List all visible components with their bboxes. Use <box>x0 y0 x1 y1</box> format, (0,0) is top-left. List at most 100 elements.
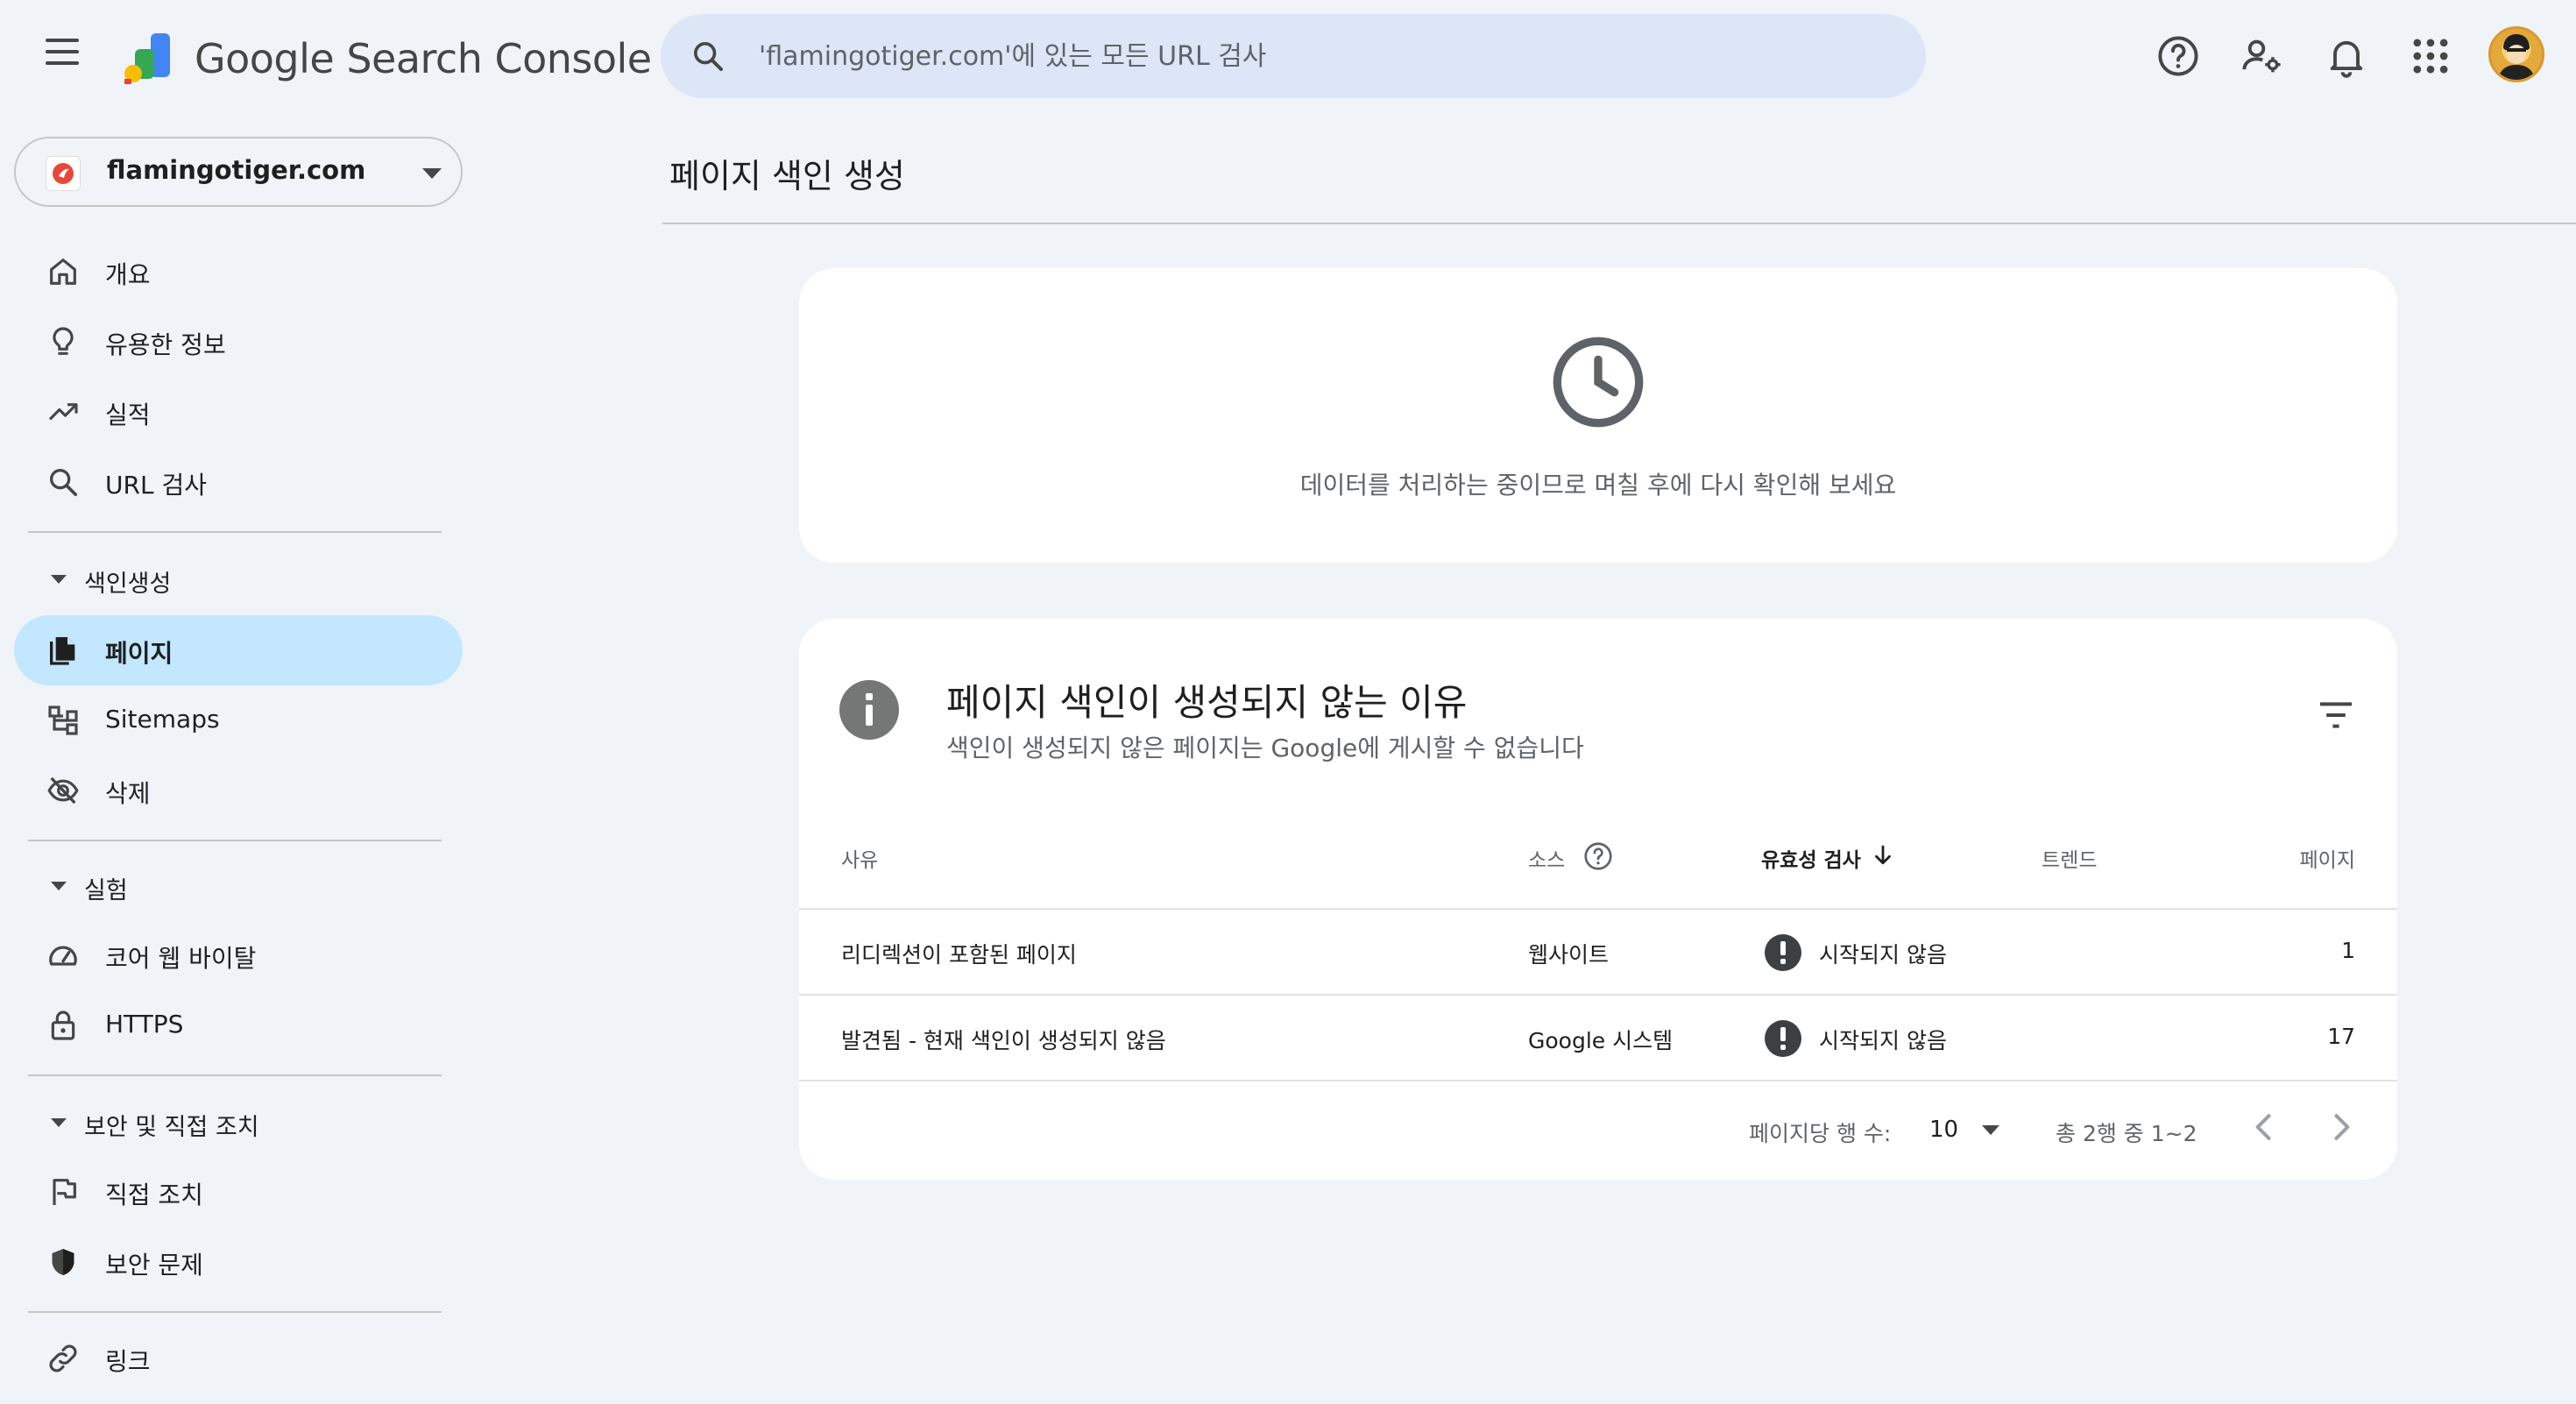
sidebar-item-label: 유용한 정보 <box>105 330 226 359</box>
row-reason: 리디렉션이 포함된 페이지 <box>841 942 1077 968</box>
sort-descending-icon[interactable] <box>1870 841 1896 869</box>
chevron-down-icon <box>422 168 442 179</box>
sidebar-item-https[interactable]: HTTPS <box>14 990 463 1060</box>
speed-gauge-icon <box>49 946 77 966</box>
collapse-arrow-icon <box>51 882 67 890</box>
filter-icon[interactable] <box>2317 699 2355 731</box>
column-header-validation[interactable]: 유효성 검사 <box>1761 843 1861 873</box>
sidebar-divider <box>28 1311 442 1313</box>
sidebar-item-label: URL 검사 <box>105 471 207 500</box>
sidebar-item-label: 직접 조치 <box>105 1181 203 1209</box>
alert-icon-dot <box>1780 959 1786 964</box>
sidebar-item-url-inspection[interactable]: URL 검사 <box>14 447 463 517</box>
sidebar-item-label: 페이지 <box>105 639 173 668</box>
pages-icon <box>50 637 75 665</box>
sidebar-item-label: 실적 <box>105 401 151 429</box>
account-avatar[interactable] <box>2488 26 2544 82</box>
row-reason: 발견됨 - 현재 색인이 생성되지 않음 <box>841 1028 1166 1053</box>
flag-icon <box>53 1179 76 1205</box>
product-name[interactable]: Google Search Console <box>195 35 652 82</box>
lock-icon <box>51 1010 75 1040</box>
sidebar-item-pages[interactable]: 페이지 <box>14 615 463 685</box>
card-subtitle: 색인이 생성되지 않은 페이지는 Google에 게시할 수 없습니다 <box>946 734 1584 762</box>
search-icon[interactable] <box>690 39 725 74</box>
sidebar-item-insights[interactable]: 유용한 정보 <box>14 307 463 377</box>
column-header-reason[interactable]: 사유 <box>841 843 878 873</box>
sidebar-item-removals[interactable]: 삭제 <box>14 755 463 826</box>
sidebar-item-core-web-vitals[interactable]: 코어 웹 바이탈 <box>14 920 463 990</box>
sitemap-icon <box>48 706 78 735</box>
notifications-bell-icon[interactable] <box>2324 33 2369 79</box>
alert-icon-bar <box>1780 941 1786 955</box>
menu-icon-line <box>46 50 79 53</box>
property-selector[interactable]: flamingotiger.com <box>14 137 463 207</box>
google-apps-icon[interactable] <box>2408 33 2453 79</box>
rows-per-page-value: 10 <box>1929 1117 1959 1143</box>
alert-icon <box>1765 934 1801 971</box>
clock-icon <box>1553 337 1644 428</box>
url-inspection-search[interactable] <box>661 14 1926 98</box>
help-icon[interactable] <box>2155 33 2201 79</box>
trending-up-icon <box>48 403 78 421</box>
page-title: 페이지 색인 생성 <box>669 157 905 195</box>
menu-icon <box>46 39 79 42</box>
row-source: 웹사이트 <box>1528 942 1610 968</box>
sidebar-item-label: 링크 <box>105 1347 151 1376</box>
sidebar: flamingotiger.com 개요 유용한 정보 실적 URL 검사 색인… <box>0 123 491 1404</box>
alert-icon-bar <box>1780 1027 1786 1041</box>
title-divider <box>662 223 2576 224</box>
property-favicon <box>46 156 81 191</box>
previous-page-button[interactable] <box>2245 1108 2283 1146</box>
home-icon <box>50 259 76 285</box>
table-row[interactable]: 리디렉션이 포함된 페이지 웹사이트 시작되지 않음 1 <box>799 910 2397 994</box>
processing-message: 데이터를 처리하는 중이므로 며칠 후에 다시 확인해 보세요 <box>1299 471 1897 500</box>
manage-users-icon[interactable] <box>2240 33 2285 79</box>
info-icon-bar <box>866 705 873 726</box>
column-header-pages[interactable]: 페이지 <box>2300 843 2355 873</box>
sidebar-item-links[interactable]: 링크 <box>14 1323 463 1393</box>
pagination-range: 총 2행 중 1~2 <box>2056 1121 2197 1146</box>
sidebar-item-label: 삭제 <box>105 779 151 808</box>
lightbulb-icon <box>53 327 74 355</box>
rows-per-page-select[interactable]: 10 <box>1917 1106 2013 1150</box>
chevron-down-icon <box>1982 1125 1999 1135</box>
link-icon <box>49 1344 77 1372</box>
search-input[interactable] <box>759 30 1880 82</box>
sidebar-item-sitemaps[interactable]: Sitemaps <box>14 685 463 755</box>
rows-per-page-label: 페이지당 행 수: <box>1749 1121 1892 1146</box>
table-divider <box>799 1080 2397 1081</box>
next-page-button[interactable] <box>2322 1108 2360 1146</box>
section-label: 보안 및 직접 조치 <box>84 1114 259 1141</box>
sidebar-item-overview[interactable]: 개요 <box>14 237 463 307</box>
row-validation-status: 시작되지 않음 <box>1819 942 1947 968</box>
flamingo-favicon-icon <box>53 163 74 184</box>
table-row[interactable]: 발견됨 - 현재 색인이 생성되지 않음 Google 시스템 시작되지 않음 … <box>799 996 2397 1080</box>
search-icon <box>50 469 77 496</box>
search-console-logo[interactable] <box>117 30 180 86</box>
row-page-count: 1 <box>2341 938 2355 963</box>
column-header-trend[interactable]: 트렌드 <box>2042 843 2097 873</box>
info-icon-dot <box>866 693 873 700</box>
sidebar-divider <box>28 1074 442 1076</box>
alert-icon <box>1765 1020 1801 1057</box>
sidebar-divider <box>28 531 442 533</box>
sidebar-item-manual-actions[interactable]: 직접 조치 <box>14 1157 463 1227</box>
sidebar-item-performance[interactable]: 실적 <box>14 377 463 447</box>
sidebar-item-label: 개요 <box>105 260 151 289</box>
processing-card: 데이터를 처리하는 중이므로 며칠 후에 다시 확인해 보세요 <box>799 268 2397 563</box>
sidebar-item-label: 코어 웹 바이탈 <box>105 944 257 973</box>
main-menu-button[interactable] <box>40 39 86 74</box>
menu-icon-line <box>46 61 79 65</box>
collapse-arrow-icon <box>51 575 67 584</box>
sidebar-item-security-issues[interactable]: 보안 문제 <box>14 1227 463 1297</box>
column-header-source[interactable]: 소스 <box>1528 843 1565 873</box>
property-name: flamingotiger.com <box>107 155 366 185</box>
shield-icon <box>52 1249 74 1275</box>
source-help-icon[interactable] <box>1582 840 1614 872</box>
row-source: Google 시스템 <box>1528 1028 1674 1053</box>
sidebar-item-label: Sitemaps <box>105 705 220 734</box>
section-label: 실험 <box>84 877 128 904</box>
row-page-count: 17 <box>2327 1024 2355 1049</box>
visibility-off-icon <box>47 776 79 805</box>
info-icon <box>839 680 899 740</box>
